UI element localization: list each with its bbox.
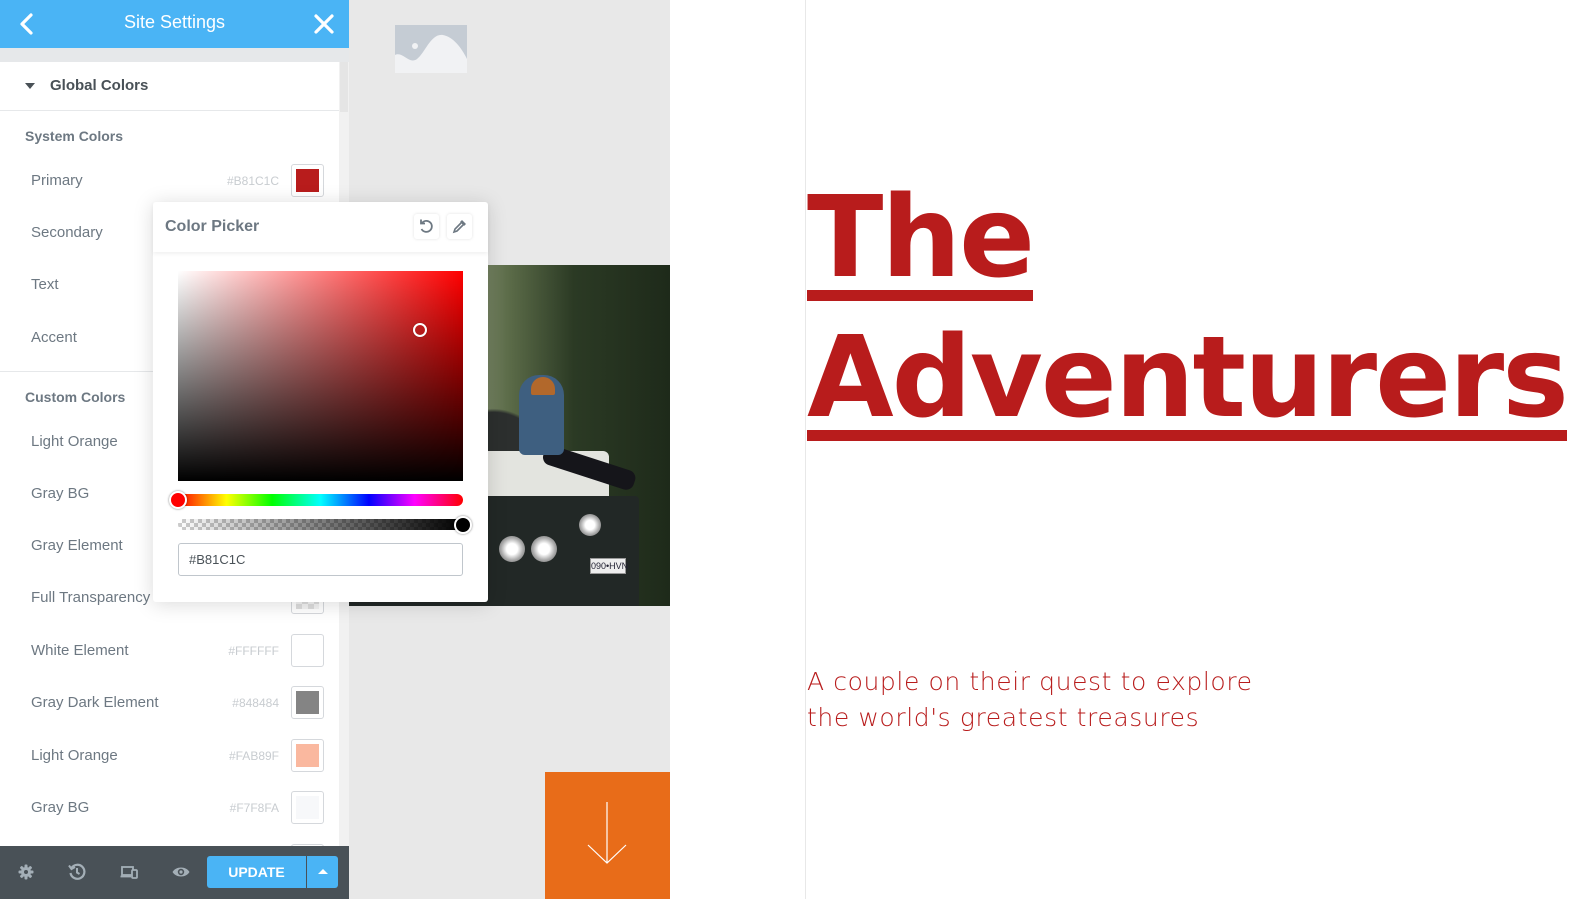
hex-color-input[interactable] <box>178 543 463 576</box>
color-name: White Element <box>31 642 129 659</box>
section-label: Global Colors <box>50 77 149 94</box>
custom-colors-title: Custom Colors <box>25 389 126 405</box>
swatch-fill <box>296 691 319 714</box>
panel-title: Site Settings <box>123 12 226 32</box>
swatch-fill <box>296 639 319 662</box>
update-button[interactable]: UPDATE <box>207 856 306 888</box>
color-swatch[interactable] <box>291 164 324 197</box>
color-name: Gray BG <box>31 799 90 816</box>
color-row-white-element[interactable]: White Element #FFFFFF <box>0 632 339 672</box>
color-hex: #FAB89F <box>228 749 279 763</box>
color-picker-popup: Color Picker <box>153 202 488 602</box>
color-name: Full Transparency <box>31 589 151 606</box>
hue-slider[interactable] <box>169 491 463 509</box>
panel-header: Site Settings <box>0 0 349 48</box>
color-hex: #FFFFFF <box>228 644 279 658</box>
color-name: Gray Element <box>31 537 123 554</box>
opacity-handle[interactable] <box>454 516 472 534</box>
hero-title[interactable]: The Adventurers <box>807 168 1569 448</box>
eyedropper-icon[interactable] <box>447 214 472 239</box>
scrollbar-thumb[interactable] <box>340 62 348 112</box>
hue-handle[interactable] <box>169 491 187 509</box>
color-picker-header: Color Picker <box>153 202 488 252</box>
photo-headlight <box>499 536 525 562</box>
hero-subtitle-line1: A couple on their quest to explore <box>807 667 1253 696</box>
color-row-gray-dark-element[interactable]: Gray Dark Element #848484 <box>0 684 339 724</box>
color-swatch[interactable] <box>291 634 324 667</box>
panel-footer: UPDATE <box>0 846 349 899</box>
photo-person-hat <box>531 377 555 395</box>
hero-title-line1: The <box>807 173 1035 303</box>
color-swatch[interactable] <box>291 686 324 719</box>
saturation-brightness-area[interactable] <box>178 271 463 481</box>
color-picker-title: Color Picker <box>165 218 260 235</box>
close-icon[interactable] <box>311 11 337 37</box>
settings-icon[interactable] <box>16 862 36 882</box>
global-colors-section-toggle[interactable]: Global Colors <box>0 62 339 111</box>
hero-subtitle[interactable]: A couple on their quest to explore the w… <box>807 664 1287 736</box>
color-row-gray-bg-2[interactable]: Gray BG #F7F8FA <box>0 789 339 829</box>
color-hex: #848484 <box>232 696 279 710</box>
saturation-handle[interactable] <box>413 322 428 337</box>
swatch-fill <box>296 744 319 767</box>
color-swatch[interactable] <box>291 739 324 772</box>
color-name: Text <box>31 276 59 293</box>
color-name: Gray Dark Element <box>31 694 159 711</box>
update-options-button[interactable] <box>307 856 338 888</box>
color-name: Light Orange <box>31 747 118 764</box>
caret-up-icon <box>318 869 328 874</box>
image-placeholder-icon[interactable] <box>395 25 467 73</box>
color-row-light-orange-2[interactable]: Light Orange #FAB89F <box>0 737 339 777</box>
responsive-icon[interactable] <box>119 862 139 882</box>
opacity-slider[interactable] <box>178 516 472 534</box>
color-name: Light Orange <box>31 433 118 450</box>
color-name: Secondary <box>31 224 103 241</box>
arrow-down-icon <box>587 802 627 864</box>
color-swatch[interactable] <box>291 791 324 824</box>
color-name: Accent <box>31 329 77 346</box>
system-colors-title: System Colors <box>25 128 124 144</box>
swatch-fill <box>296 169 319 192</box>
preview-eye-icon[interactable] <box>171 862 191 882</box>
color-hex: #F7F8FA <box>229 801 279 815</box>
photo-headlight <box>579 514 601 536</box>
page-canvas: 090•HVN The Adventurers A couple on thei… <box>349 0 1576 899</box>
column-divider <box>805 0 806 899</box>
photo-headlight <box>531 536 557 562</box>
hero-title-line2: Adventurers <box>807 313 1569 443</box>
caret-down-icon <box>25 83 35 89</box>
color-hex: #B81C1C <box>226 174 279 188</box>
header-spacer <box>0 48 349 62</box>
color-row-primary[interactable]: Primary #B81C1C <box>0 162 339 202</box>
swatch-fill <box>296 796 319 819</box>
color-name: Gray BG <box>31 485 90 502</box>
reset-icon[interactable] <box>414 214 439 239</box>
hero-subtitle-line2: the world's greatest treasures <box>807 703 1200 732</box>
history-icon[interactable] <box>67 862 87 882</box>
color-name: Primary <box>31 172 83 189</box>
scroll-down-button[interactable] <box>545 772 670 899</box>
photo-license-plate: 090•HVN <box>590 558 628 574</box>
